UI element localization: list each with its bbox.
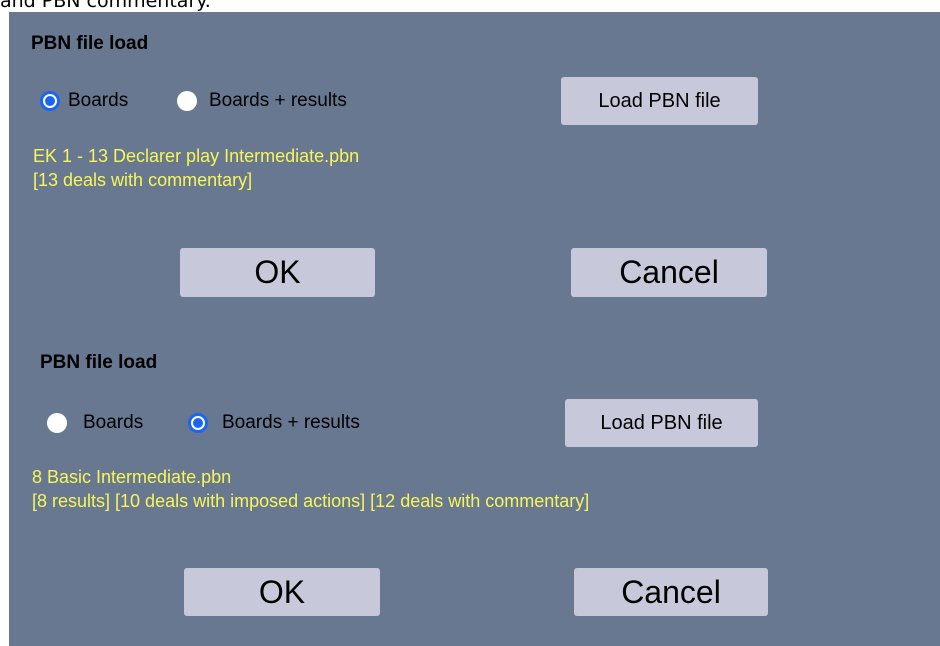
screenshot-panel: PBN file load Boards Boards + results Lo… [9, 12, 940, 646]
ok-button[interactable]: OK [180, 248, 375, 297]
radio-boards-label: Boards [68, 90, 129, 111]
ok-button[interactable]: OK [184, 568, 380, 616]
dialog-title: PBN file load [40, 352, 158, 373]
dialog-title: PBN file load [31, 33, 149, 54]
radio-option-boards-results[interactable]: Boards + results [177, 90, 347, 112]
radio-boards[interactable] [40, 91, 60, 111]
load-pbn-file-button[interactable]: Load PBN file [561, 77, 758, 125]
radio-boards-results-label: Boards + results [209, 90, 347, 111]
cancel-button[interactable]: Cancel [574, 568, 768, 616]
radio-option-boards[interactable]: Boards [47, 412, 143, 434]
pbn-file-load-dialog: PBN file load Boards Boards + results Lo… [9, 337, 940, 646]
cancel-button[interactable]: Cancel [571, 248, 767, 297]
radio-option-boards-results[interactable]: Boards + results [188, 412, 360, 434]
radio-boards-results-label: Boards + results [222, 412, 360, 433]
caption-text: and PBN commentary. [0, 0, 211, 12]
file-info: [13 deals with commentary] [33, 170, 253, 190]
radio-boards-results[interactable] [188, 413, 208, 433]
pbn-file-load-dialog: PBN file load Boards Boards + results Lo… [9, 12, 940, 322]
radio-boards-results[interactable] [177, 91, 197, 111]
radio-boards[interactable] [47, 413, 67, 433]
radio-option-boards[interactable]: Boards [40, 90, 128, 112]
radio-boards-label: Boards [83, 412, 144, 433]
load-pbn-file-button[interactable]: Load PBN file [565, 399, 758, 447]
file-name: EK 1 - 13 Declarer play Intermediate.pbn [33, 146, 360, 166]
file-info: [8 results] [10 deals with imposed actio… [32, 491, 590, 511]
file-name: 8 Basic Intermediate.pbn [32, 467, 232, 487]
